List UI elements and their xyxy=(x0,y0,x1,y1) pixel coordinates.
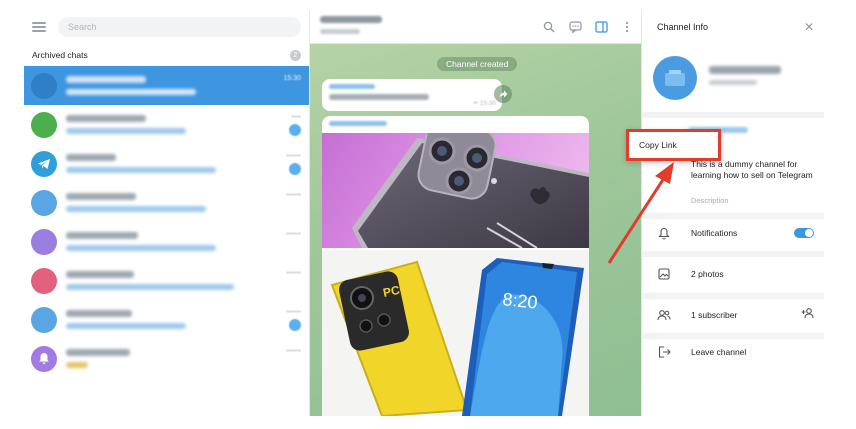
discussion-icon[interactable] xyxy=(567,19,583,35)
archived-chats-row[interactable]: Archived chats 2 xyxy=(24,44,309,66)
channel-avatar[interactable] xyxy=(653,56,697,100)
notifications-label: Notifications xyxy=(691,228,738,238)
notifications-toggle[interactable] xyxy=(794,228,814,238)
description-label: Description xyxy=(691,196,729,205)
chat-list-header: Search xyxy=(24,10,309,44)
copy-link-menu-item[interactable]: Copy Link xyxy=(626,129,721,161)
chat-item[interactable]: •••••• xyxy=(24,339,309,378)
message-bubble[interactable]: •• 15:30 xyxy=(322,79,502,111)
chat-item[interactable]: •••• xyxy=(24,105,309,144)
iphone-photo[interactable] xyxy=(322,133,589,248)
subscribers-label: 1 subscriber xyxy=(691,310,738,320)
users-icon xyxy=(657,308,671,322)
photos-label: 2 photos xyxy=(691,269,724,279)
leave-channel-label: Leave channel xyxy=(691,347,747,357)
archived-chats-label: Archived chats xyxy=(32,50,88,60)
conversation-header xyxy=(310,10,641,44)
chat-avatar xyxy=(31,228,57,255)
chat-avatar xyxy=(31,306,57,333)
close-icon[interactable]: ✕ xyxy=(804,20,814,34)
channel-info-header: Channel Info ✕ xyxy=(642,10,824,44)
chat-avatar xyxy=(31,189,57,216)
telegram-window: Search Archived chats 2 15:30 •••• •••••… xyxy=(24,10,824,416)
conversation-title[interactable] xyxy=(320,16,382,34)
unread-badge xyxy=(289,319,301,331)
channel-description: This is a dummy channel for learning how… xyxy=(691,159,813,180)
chat-time: 15:30 xyxy=(283,75,301,82)
archived-count-badge: 2 xyxy=(290,49,301,61)
unread-badge xyxy=(289,124,301,136)
android-phones-photo[interactable]: PCOC 8:20 xyxy=(322,250,589,416)
annotation-arrow xyxy=(607,162,674,264)
bell-icon xyxy=(31,345,57,372)
channel-created-notice: Channel created xyxy=(437,57,518,71)
leave-channel-row[interactable]: Leave channel xyxy=(642,341,824,363)
channel-name xyxy=(709,66,781,85)
message-time: •• 15:30 xyxy=(473,100,496,107)
chat-list-panel: Search Archived chats 2 15:30 •••• •••••… xyxy=(24,10,310,416)
telegram-icon xyxy=(31,150,57,177)
sidebar-toggle-icon[interactable] xyxy=(593,19,609,35)
photo-message-bubble[interactable]: PCOC 8:20 xyxy=(322,116,589,416)
chat-avatar xyxy=(31,111,57,138)
forward-icon[interactable] xyxy=(494,85,512,103)
copy-link-label: Copy Link xyxy=(639,140,677,150)
search-icon[interactable] xyxy=(541,19,557,35)
menu-icon[interactable] xyxy=(32,22,46,32)
chat-item[interactable]: •••••• xyxy=(24,222,309,261)
chat-item[interactable]: •••••• xyxy=(24,183,309,222)
add-subscriber-icon[interactable] xyxy=(801,306,815,324)
search-input[interactable]: Search xyxy=(58,17,301,37)
leave-icon xyxy=(657,345,671,359)
chat-avatar xyxy=(31,72,57,99)
chat-item-telegram[interactable]: •••••• xyxy=(24,144,309,183)
chat-item-active-channel[interactable]: 15:30 xyxy=(24,66,309,105)
chat-item[interactable]: •••••• xyxy=(24,300,309,339)
panel-title: Channel Info xyxy=(657,22,709,32)
more-options-icon[interactable] xyxy=(619,19,635,35)
subscribers-row[interactable]: 1 subscriber xyxy=(642,304,824,326)
chat-avatar xyxy=(31,267,57,294)
chat-item[interactable]: •••••• xyxy=(24,261,309,300)
svg-text:8:20: 8:20 xyxy=(502,289,539,313)
unread-badge xyxy=(289,163,301,175)
